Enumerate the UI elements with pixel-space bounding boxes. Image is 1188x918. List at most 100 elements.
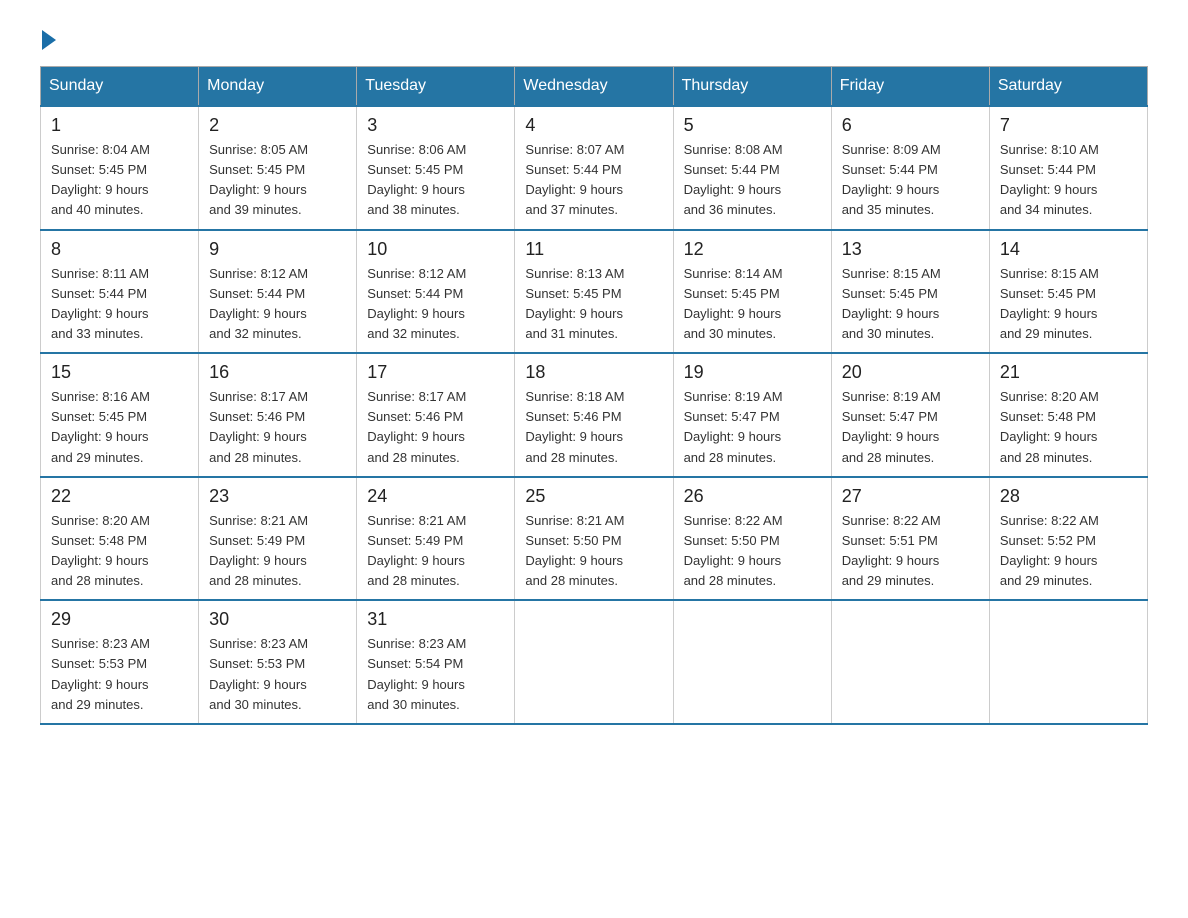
day-number: 8 bbox=[51, 239, 188, 260]
calendar-cell: 8 Sunrise: 8:11 AM Sunset: 5:44 PM Dayli… bbox=[41, 230, 199, 354]
calendar-cell: 31 Sunrise: 8:23 AM Sunset: 5:54 PM Dayl… bbox=[357, 600, 515, 724]
day-info: Sunrise: 8:04 AM Sunset: 5:45 PM Dayligh… bbox=[51, 140, 188, 221]
day-number: 30 bbox=[209, 609, 346, 630]
day-number: 4 bbox=[525, 115, 662, 136]
day-info: Sunrise: 8:12 AM Sunset: 5:44 PM Dayligh… bbox=[209, 264, 346, 345]
page-header bbox=[40, 30, 1148, 46]
calendar-header-friday: Friday bbox=[831, 67, 989, 107]
calendar-cell: 23 Sunrise: 8:21 AM Sunset: 5:49 PM Dayl… bbox=[199, 477, 357, 601]
day-info: Sunrise: 8:21 AM Sunset: 5:49 PM Dayligh… bbox=[209, 511, 346, 592]
day-info: Sunrise: 8:12 AM Sunset: 5:44 PM Dayligh… bbox=[367, 264, 504, 345]
calendar-cell: 29 Sunrise: 8:23 AM Sunset: 5:53 PM Dayl… bbox=[41, 600, 199, 724]
day-info: Sunrise: 8:18 AM Sunset: 5:46 PM Dayligh… bbox=[525, 387, 662, 468]
day-info: Sunrise: 8:21 AM Sunset: 5:50 PM Dayligh… bbox=[525, 511, 662, 592]
day-info: Sunrise: 8:20 AM Sunset: 5:48 PM Dayligh… bbox=[51, 511, 188, 592]
calendar-cell: 11 Sunrise: 8:13 AM Sunset: 5:45 PM Dayl… bbox=[515, 230, 673, 354]
day-info: Sunrise: 8:17 AM Sunset: 5:46 PM Dayligh… bbox=[367, 387, 504, 468]
calendar-cell: 14 Sunrise: 8:15 AM Sunset: 5:45 PM Dayl… bbox=[989, 230, 1147, 354]
day-info: Sunrise: 8:23 AM Sunset: 5:53 PM Dayligh… bbox=[51, 634, 188, 715]
day-info: Sunrise: 8:05 AM Sunset: 5:45 PM Dayligh… bbox=[209, 140, 346, 221]
day-info: Sunrise: 8:17 AM Sunset: 5:46 PM Dayligh… bbox=[209, 387, 346, 468]
calendar-week-row: 1 Sunrise: 8:04 AM Sunset: 5:45 PM Dayli… bbox=[41, 106, 1148, 230]
day-number: 24 bbox=[367, 486, 504, 507]
day-number: 22 bbox=[51, 486, 188, 507]
calendar-table: SundayMondayTuesdayWednesdayThursdayFrid… bbox=[40, 66, 1148, 725]
calendar-header-monday: Monday bbox=[199, 67, 357, 107]
calendar-cell: 22 Sunrise: 8:20 AM Sunset: 5:48 PM Dayl… bbox=[41, 477, 199, 601]
day-number: 27 bbox=[842, 486, 979, 507]
day-number: 31 bbox=[367, 609, 504, 630]
day-number: 2 bbox=[209, 115, 346, 136]
calendar-cell: 18 Sunrise: 8:18 AM Sunset: 5:46 PM Dayl… bbox=[515, 353, 673, 477]
calendar-header-thursday: Thursday bbox=[673, 67, 831, 107]
calendar-week-row: 22 Sunrise: 8:20 AM Sunset: 5:48 PM Dayl… bbox=[41, 477, 1148, 601]
calendar-header-sunday: Sunday bbox=[41, 67, 199, 107]
calendar-week-row: 8 Sunrise: 8:11 AM Sunset: 5:44 PM Dayli… bbox=[41, 230, 1148, 354]
day-number: 3 bbox=[367, 115, 504, 136]
calendar-cell: 1 Sunrise: 8:04 AM Sunset: 5:45 PM Dayli… bbox=[41, 106, 199, 230]
calendar-cell: 5 Sunrise: 8:08 AM Sunset: 5:44 PM Dayli… bbox=[673, 106, 831, 230]
logo-arrow-icon bbox=[42, 30, 56, 50]
calendar-cell: 26 Sunrise: 8:22 AM Sunset: 5:50 PM Dayl… bbox=[673, 477, 831, 601]
day-number: 20 bbox=[842, 362, 979, 383]
calendar-cell: 4 Sunrise: 8:07 AM Sunset: 5:44 PM Dayli… bbox=[515, 106, 673, 230]
calendar-cell: 27 Sunrise: 8:22 AM Sunset: 5:51 PM Dayl… bbox=[831, 477, 989, 601]
day-info: Sunrise: 8:22 AM Sunset: 5:52 PM Dayligh… bbox=[1000, 511, 1137, 592]
calendar-cell: 21 Sunrise: 8:20 AM Sunset: 5:48 PM Dayl… bbox=[989, 353, 1147, 477]
calendar-cell: 10 Sunrise: 8:12 AM Sunset: 5:44 PM Dayl… bbox=[357, 230, 515, 354]
day-number: 28 bbox=[1000, 486, 1137, 507]
day-info: Sunrise: 8:19 AM Sunset: 5:47 PM Dayligh… bbox=[684, 387, 821, 468]
day-number: 15 bbox=[51, 362, 188, 383]
calendar-cell: 19 Sunrise: 8:19 AM Sunset: 5:47 PM Dayl… bbox=[673, 353, 831, 477]
calendar-cell: 16 Sunrise: 8:17 AM Sunset: 5:46 PM Dayl… bbox=[199, 353, 357, 477]
day-info: Sunrise: 8:19 AM Sunset: 5:47 PM Dayligh… bbox=[842, 387, 979, 468]
calendar-cell: 28 Sunrise: 8:22 AM Sunset: 5:52 PM Dayl… bbox=[989, 477, 1147, 601]
calendar-cell: 25 Sunrise: 8:21 AM Sunset: 5:50 PM Dayl… bbox=[515, 477, 673, 601]
day-number: 11 bbox=[525, 239, 662, 260]
calendar-cell bbox=[673, 600, 831, 724]
day-number: 13 bbox=[842, 239, 979, 260]
day-number: 17 bbox=[367, 362, 504, 383]
day-number: 14 bbox=[1000, 239, 1137, 260]
day-number: 7 bbox=[1000, 115, 1137, 136]
day-number: 26 bbox=[684, 486, 821, 507]
day-info: Sunrise: 8:22 AM Sunset: 5:50 PM Dayligh… bbox=[684, 511, 821, 592]
day-info: Sunrise: 8:15 AM Sunset: 5:45 PM Dayligh… bbox=[1000, 264, 1137, 345]
day-number: 25 bbox=[525, 486, 662, 507]
day-number: 29 bbox=[51, 609, 188, 630]
day-info: Sunrise: 8:23 AM Sunset: 5:53 PM Dayligh… bbox=[209, 634, 346, 715]
calendar-cell bbox=[515, 600, 673, 724]
day-info: Sunrise: 8:06 AM Sunset: 5:45 PM Dayligh… bbox=[367, 140, 504, 221]
calendar-cell: 9 Sunrise: 8:12 AM Sunset: 5:44 PM Dayli… bbox=[199, 230, 357, 354]
calendar-week-row: 29 Sunrise: 8:23 AM Sunset: 5:53 PM Dayl… bbox=[41, 600, 1148, 724]
day-info: Sunrise: 8:08 AM Sunset: 5:44 PM Dayligh… bbox=[684, 140, 821, 221]
calendar-cell: 15 Sunrise: 8:16 AM Sunset: 5:45 PM Dayl… bbox=[41, 353, 199, 477]
day-number: 9 bbox=[209, 239, 346, 260]
day-info: Sunrise: 8:10 AM Sunset: 5:44 PM Dayligh… bbox=[1000, 140, 1137, 221]
day-number: 19 bbox=[684, 362, 821, 383]
day-info: Sunrise: 8:23 AM Sunset: 5:54 PM Dayligh… bbox=[367, 634, 504, 715]
day-number: 16 bbox=[209, 362, 346, 383]
calendar-header-tuesday: Tuesday bbox=[357, 67, 515, 107]
calendar-cell: 20 Sunrise: 8:19 AM Sunset: 5:47 PM Dayl… bbox=[831, 353, 989, 477]
day-info: Sunrise: 8:20 AM Sunset: 5:48 PM Dayligh… bbox=[1000, 387, 1137, 468]
calendar-cell bbox=[831, 600, 989, 724]
calendar-cell: 7 Sunrise: 8:10 AM Sunset: 5:44 PM Dayli… bbox=[989, 106, 1147, 230]
day-number: 10 bbox=[367, 239, 504, 260]
calendar-week-row: 15 Sunrise: 8:16 AM Sunset: 5:45 PM Dayl… bbox=[41, 353, 1148, 477]
calendar-cell: 24 Sunrise: 8:21 AM Sunset: 5:49 PM Dayl… bbox=[357, 477, 515, 601]
day-info: Sunrise: 8:11 AM Sunset: 5:44 PM Dayligh… bbox=[51, 264, 188, 345]
calendar-cell: 6 Sunrise: 8:09 AM Sunset: 5:44 PM Dayli… bbox=[831, 106, 989, 230]
logo bbox=[40, 30, 58, 46]
day-number: 5 bbox=[684, 115, 821, 136]
day-info: Sunrise: 8:16 AM Sunset: 5:45 PM Dayligh… bbox=[51, 387, 188, 468]
calendar-cell bbox=[989, 600, 1147, 724]
day-number: 21 bbox=[1000, 362, 1137, 383]
day-number: 6 bbox=[842, 115, 979, 136]
day-number: 12 bbox=[684, 239, 821, 260]
day-info: Sunrise: 8:14 AM Sunset: 5:45 PM Dayligh… bbox=[684, 264, 821, 345]
day-info: Sunrise: 8:21 AM Sunset: 5:49 PM Dayligh… bbox=[367, 511, 504, 592]
calendar-cell: 3 Sunrise: 8:06 AM Sunset: 5:45 PM Dayli… bbox=[357, 106, 515, 230]
day-info: Sunrise: 8:07 AM Sunset: 5:44 PM Dayligh… bbox=[525, 140, 662, 221]
day-info: Sunrise: 8:15 AM Sunset: 5:45 PM Dayligh… bbox=[842, 264, 979, 345]
